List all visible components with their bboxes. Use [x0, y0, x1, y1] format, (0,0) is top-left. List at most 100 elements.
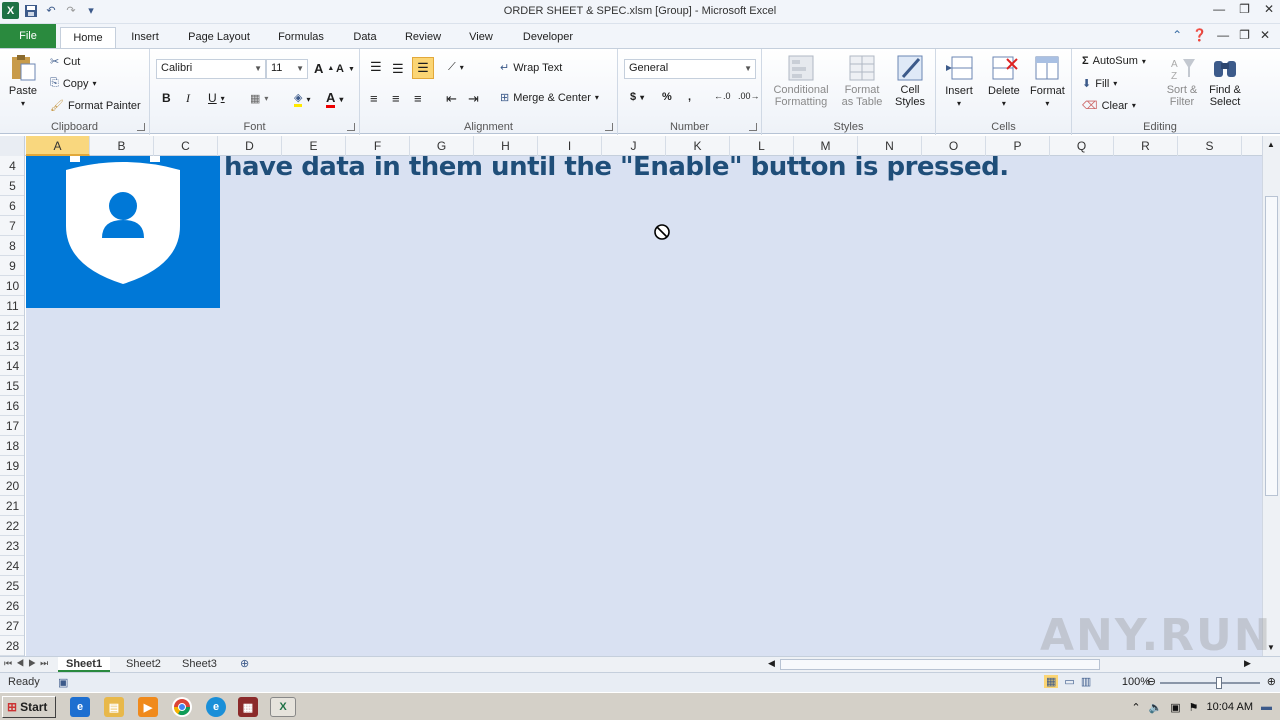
volume-icon[interactable]: 🔈 — [1149, 701, 1163, 714]
tray-expand-icon[interactable]: ⌃ — [1131, 701, 1140, 714]
row-header-8[interactable]: 8 — [0, 236, 24, 256]
column-header-i[interactable]: I — [538, 136, 602, 156]
vertical-scrollbar[interactable]: ▲ ▼ — [1262, 136, 1280, 656]
font-name-select[interactable]: Calibri ▼ — [156, 59, 266, 79]
font-color-icon[interactable]: A ▾ — [326, 90, 343, 108]
edge-icon[interactable]: e — [206, 697, 226, 717]
row-header-27[interactable]: 27 — [0, 616, 24, 636]
align-middle-icon[interactable]: ☰ — [392, 61, 404, 77]
row-header-18[interactable]: 18 — [0, 436, 24, 456]
column-header-g[interactable]: G — [410, 136, 474, 156]
row-header-25[interactable]: 25 — [0, 576, 24, 596]
excel-taskbar-icon[interactable]: X — [270, 697, 296, 717]
sheet-tab-3[interactable]: Sheet3 — [174, 657, 225, 672]
currency-icon[interactable]: $ ▾ — [630, 91, 644, 103]
column-header-q[interactable]: Q — [1050, 136, 1114, 156]
borders-icon[interactable]: ▦ ▾ — [250, 92, 268, 105]
ie-icon[interactable]: e — [70, 697, 90, 717]
column-header-j[interactable]: J — [602, 136, 666, 156]
chrome-icon[interactable] — [172, 697, 192, 717]
show-desktop-icon[interactable]: ▬ — [1261, 701, 1272, 713]
scroll-left-icon[interactable]: ◀ — [768, 658, 775, 669]
zoom-slider[interactable] — [1160, 677, 1260, 689]
row-header-28[interactable]: 28 — [0, 636, 24, 656]
bold-icon[interactable]: B — [162, 91, 171, 105]
percent-icon[interactable]: % — [662, 91, 672, 103]
tab-data[interactable]: Data — [344, 27, 386, 48]
sort-filter-button[interactable]: AZ Sort & Filter — [1162, 53, 1202, 108]
column-header-c[interactable]: C — [154, 136, 218, 156]
fill-button[interactable]: ⬇ Fill ▾ — [1082, 77, 1117, 91]
align-top-icon[interactable]: ☰ — [370, 59, 382, 75]
column-header-m[interactable]: M — [794, 136, 858, 156]
paste-button[interactable]: Paste ▾ — [8, 53, 38, 108]
macro-record-icon[interactable]: ▣ — [58, 676, 68, 689]
column-header-h[interactable]: H — [474, 136, 538, 156]
close-icon[interactable]: ✕ — [1264, 2, 1274, 16]
workbook-close-icon[interactable]: ✕ — [1260, 28, 1270, 42]
decrease-indent-icon[interactable]: ⇤ — [446, 91, 457, 107]
row-header-16[interactable]: 16 — [0, 396, 24, 416]
restore-icon[interactable]: ❐ — [1239, 2, 1250, 16]
sheet-tab-2[interactable]: Sheet2 — [118, 657, 169, 672]
align-left-icon[interactable]: ≡ — [370, 91, 378, 106]
column-header-p[interactable]: P — [986, 136, 1050, 156]
tab-developer[interactable]: Developer — [514, 27, 582, 48]
row-header-5[interactable]: 5 — [0, 176, 24, 196]
insert-sheet-icon[interactable]: ⊕ — [232, 657, 257, 672]
column-header-r[interactable]: R — [1114, 136, 1178, 156]
tab-insert[interactable]: Insert — [122, 27, 168, 48]
find-select-button[interactable]: Find & Select — [1204, 53, 1246, 108]
orientation-icon[interactable]: ⟋ ▾ — [448, 61, 464, 74]
row-header-9[interactable]: 9 — [0, 256, 24, 276]
page-break-view-icon[interactable]: ▥ — [1081, 675, 1091, 688]
sheet-nav-icons[interactable]: ⏮◀▶⏭ — [4, 658, 52, 669]
row-header-12[interactable]: 12 — [0, 316, 24, 336]
scroll-up-icon[interactable]: ▲ — [1267, 140, 1275, 149]
row-header-4[interactable]: 4 — [0, 156, 24, 176]
page-layout-view-icon[interactable]: ▭ — [1064, 675, 1074, 688]
number-format-select[interactable]: General ▼ — [624, 59, 756, 79]
format-cells-button[interactable]: Format ▾ — [1030, 53, 1065, 108]
decrease-decimal-icon[interactable]: .00→ — [738, 91, 760, 101]
help-icon[interactable]: ❓ — [1192, 28, 1207, 42]
tab-file[interactable]: File — [0, 24, 56, 48]
column-header-l[interactable]: L — [730, 136, 794, 156]
column-header-s[interactable]: S — [1178, 136, 1242, 156]
winrar-icon[interactable]: ▦ — [238, 697, 258, 717]
insert-cells-button[interactable]: Insert ▾ — [944, 53, 974, 108]
comma-icon[interactable]: , — [688, 91, 691, 103]
align-center-icon[interactable]: ≡ — [392, 91, 400, 106]
normal-view-icon[interactable]: ▦ — [1044, 675, 1059, 688]
row-header-6[interactable]: 6 — [0, 196, 24, 216]
zoom-out-icon[interactable]: ⊖ — [1147, 675, 1156, 688]
select-all-corner[interactable] — [0, 136, 25, 156]
conditional-formatting-button[interactable]: Conditional Formatting — [768, 53, 834, 108]
format-as-table-button[interactable]: Format as Table — [838, 53, 886, 108]
tab-page-layout[interactable]: Page Layout — [180, 27, 258, 48]
tab-home[interactable]: Home — [60, 27, 116, 48]
zoom-slider-knob[interactable] — [1216, 677, 1222, 689]
shrink-font-icon[interactable]: A ▼ — [336, 63, 355, 75]
column-header-b[interactable]: B — [90, 136, 154, 156]
workbook-restore-icon[interactable]: ❐ — [1239, 28, 1250, 42]
column-header-d[interactable]: D — [218, 136, 282, 156]
row-header-15[interactable]: 15 — [0, 376, 24, 396]
increase-indent-icon[interactable]: ⇥ — [468, 91, 479, 107]
column-header-n[interactable]: N — [858, 136, 922, 156]
row-header-11[interactable]: 11 — [0, 296, 24, 316]
column-header-k[interactable]: K — [666, 136, 730, 156]
clipboard-launcher-icon[interactable] — [137, 123, 145, 131]
row-header-20[interactable]: 20 — [0, 476, 24, 496]
vertical-scroll-thumb[interactable] — [1265, 196, 1278, 496]
delete-cells-button[interactable]: Delete ▾ — [988, 53, 1020, 108]
explorer-folder-icon[interactable]: ▤ — [104, 697, 124, 717]
align-bottom-icon[interactable]: ☰ — [412, 57, 434, 79]
font-size-select[interactable]: 11 ▼ — [266, 59, 308, 79]
fill-color-icon[interactable]: ◈ ▾ — [294, 91, 310, 107]
ribbon-minimize-icon[interactable]: ⌃ — [1172, 28, 1182, 42]
cell-styles-button[interactable]: Cell Styles — [890, 53, 930, 108]
underline-icon[interactable]: U ▾ — [208, 91, 225, 105]
workbook-minimize-icon[interactable]: — — [1217, 28, 1229, 42]
column-header-a[interactable]: A — [26, 136, 90, 156]
